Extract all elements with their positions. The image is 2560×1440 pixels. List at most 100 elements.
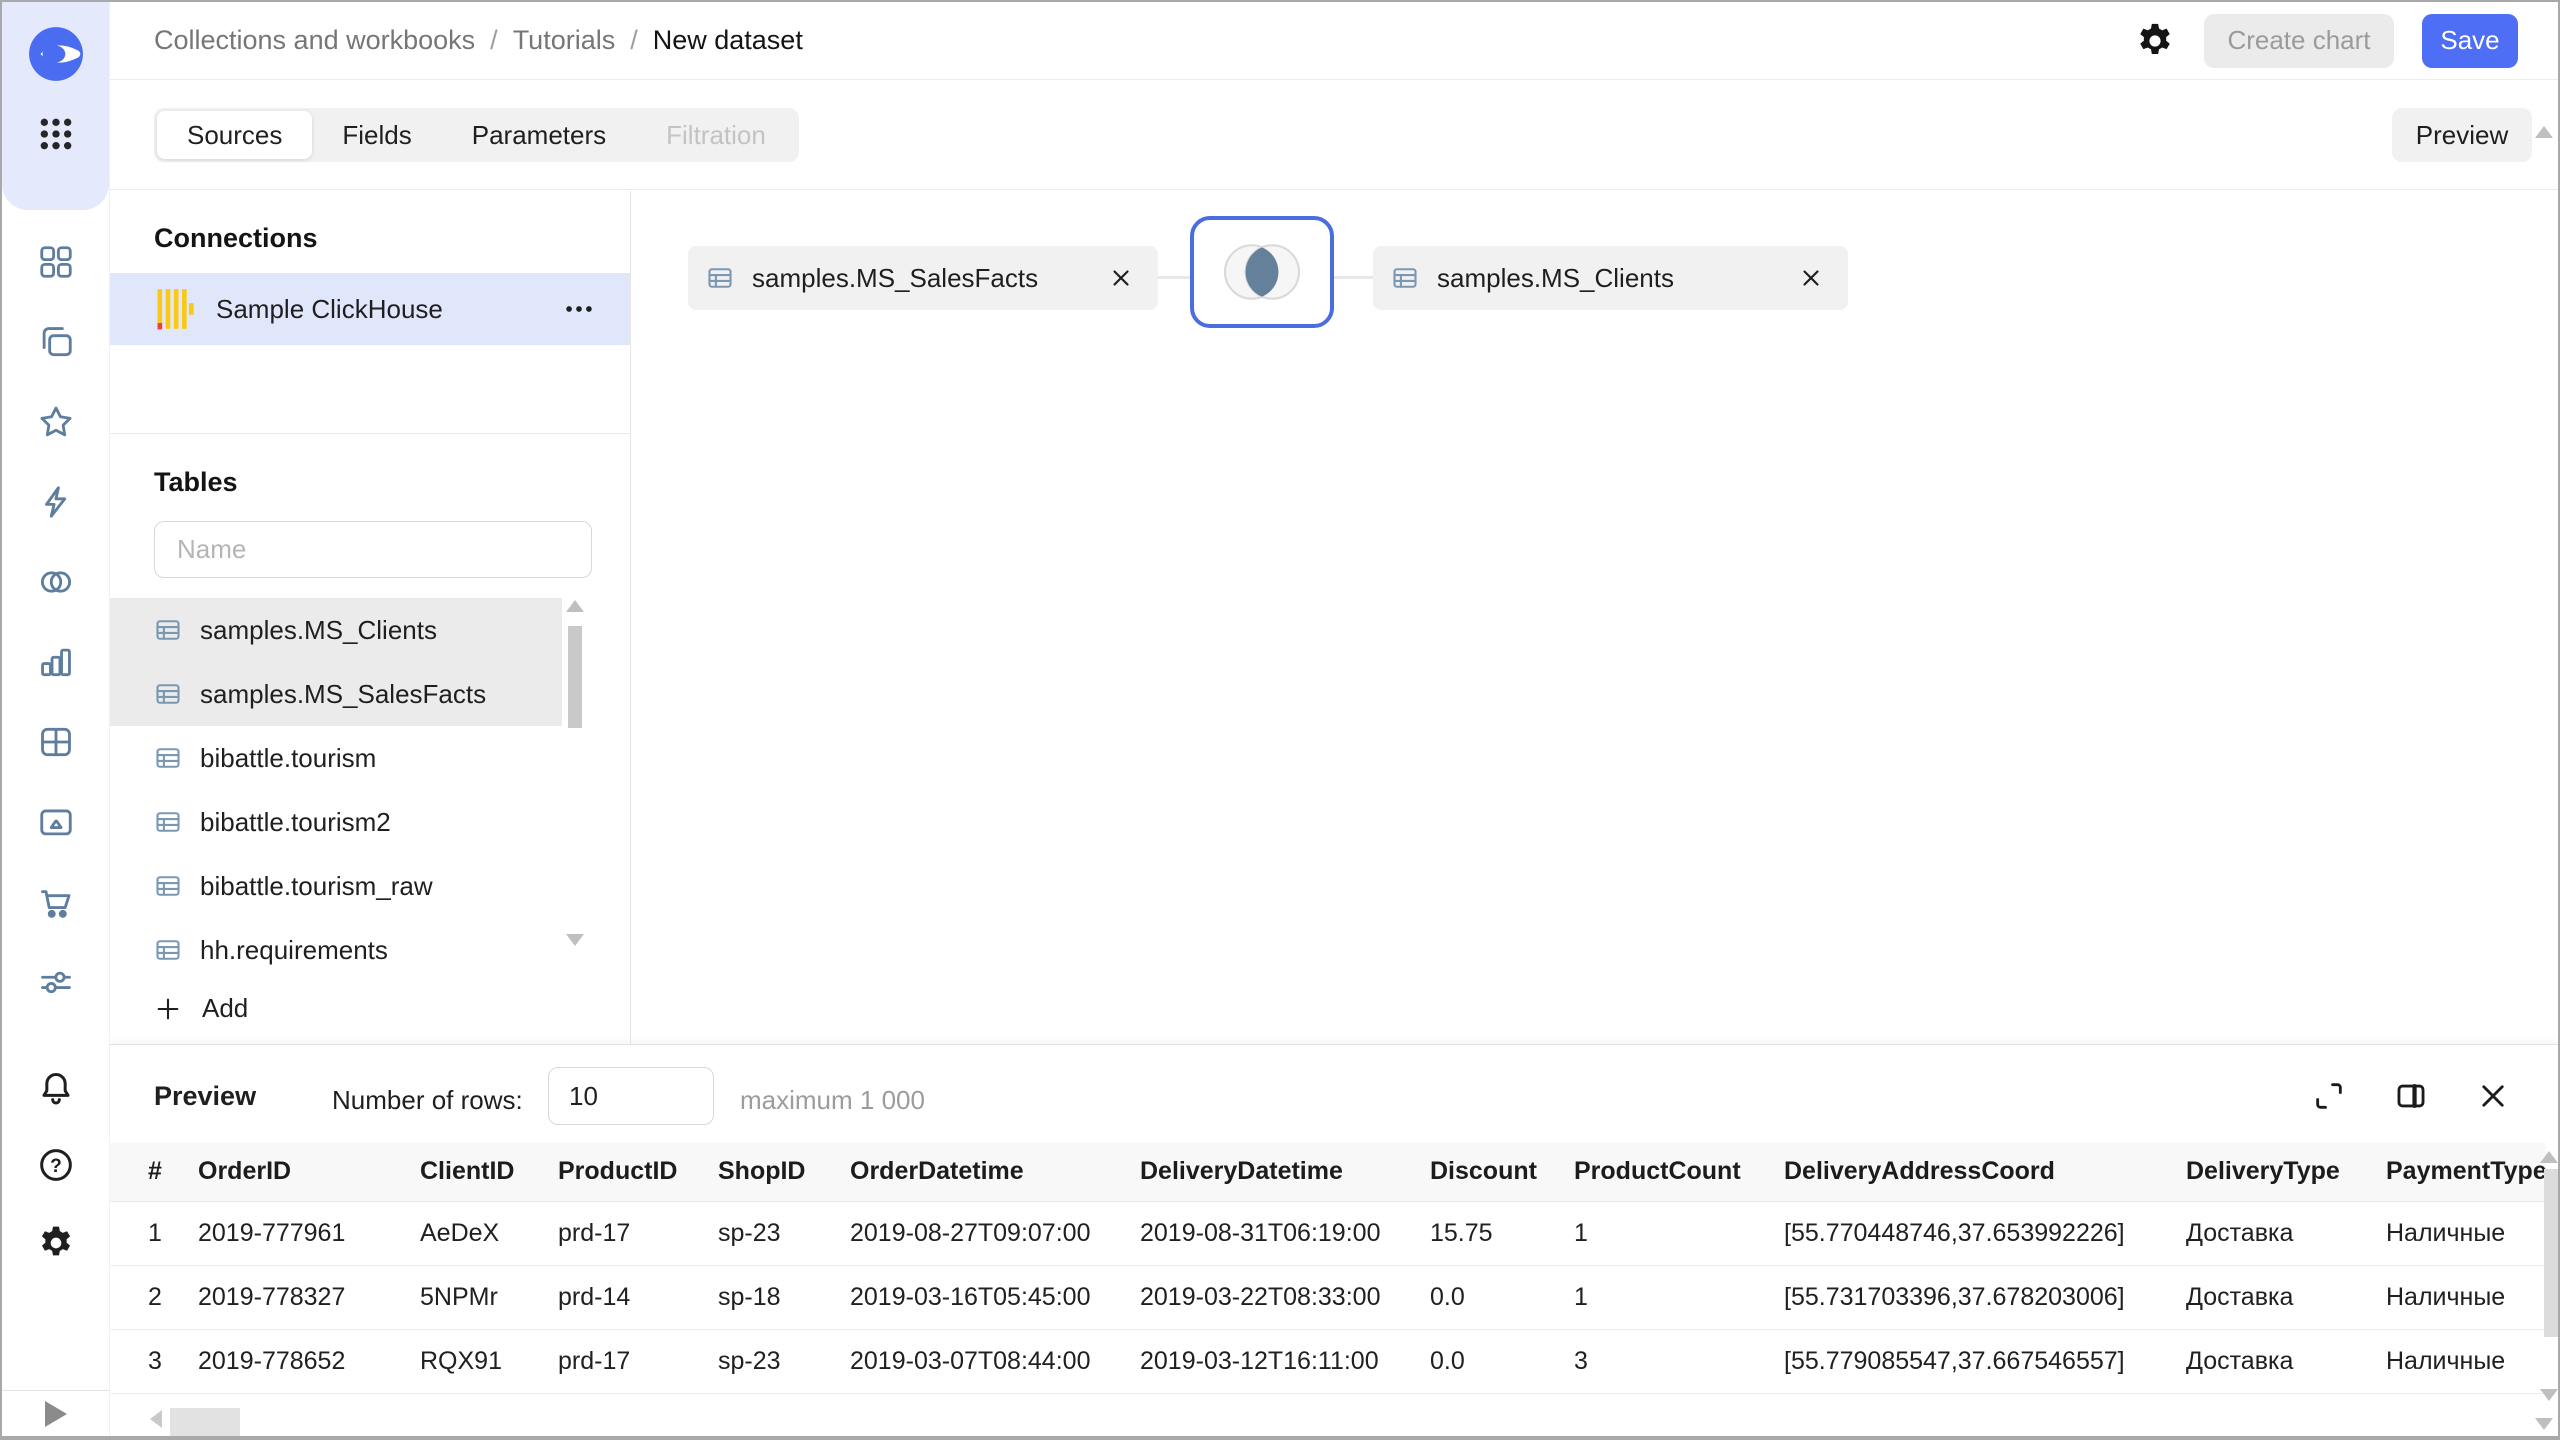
- dashboards-table-icon[interactable]: [2, 702, 109, 782]
- datasets-venn-icon[interactable]: [2, 542, 109, 622]
- source-chip-salesfacts[interactable]: samples.MS_SalesFacts: [688, 246, 1158, 310]
- datalens-logo[interactable]: [26, 24, 86, 84]
- preview-column-header: Discount: [1416, 1143, 1560, 1201]
- breadcrumb-separator: /: [630, 25, 638, 56]
- settings-gear-icon[interactable]: [2, 1204, 109, 1282]
- preview-table-cell: 0.0: [1416, 1329, 1560, 1393]
- preview-table-cell: 3: [1560, 1329, 1770, 1393]
- hscroll-left-arrow-icon[interactable]: [150, 1410, 162, 1428]
- page-title: New dataset: [653, 25, 803, 56]
- charts-bar-icon[interactable]: [2, 622, 109, 702]
- scroll-up-arrow-icon[interactable]: [566, 600, 584, 612]
- preview-table-cell: 2019-777961: [184, 1201, 406, 1265]
- table-list-item[interactable]: bibattle.tourism: [110, 726, 562, 790]
- table-list-item[interactable]: bibattle.tourism_raw: [110, 854, 562, 918]
- vscrollbar-thumb[interactable]: [2544, 1169, 2559, 1337]
- collections-icon[interactable]: [2, 302, 109, 382]
- source-chip-clients[interactable]: samples.MS_Clients: [1373, 246, 1848, 310]
- preview-table-cell: 2019-03-07T08:44:00: [836, 1329, 1126, 1393]
- tab[interactable]: Filtration: [636, 111, 796, 159]
- datalens-dataset-editor: ? Collections and workbooks / Tutorials …: [0, 0, 2560, 1440]
- page-scroll-down-arrow-icon[interactable]: [2535, 1418, 2553, 1430]
- preview-table-cell: sp-18: [704, 1265, 836, 1329]
- preview-header-row: # OrderID ClientID ProductID ShopID Orde…: [110, 1143, 2546, 1201]
- table-icon: [154, 808, 182, 836]
- favorites-star-icon[interactable]: [2, 382, 109, 462]
- table-name: samples.MS_SalesFacts: [200, 679, 486, 710]
- preview-table: # OrderID ClientID ProductID ShopID Orde…: [110, 1143, 2546, 1394]
- preview-table-cell: Доставка: [2172, 1329, 2372, 1393]
- table-icon: [154, 680, 182, 708]
- table-icon: [1391, 264, 1419, 292]
- topbar: Collections and workbooks / Tutorials / …: [110, 2, 2560, 80]
- table-list-scrollbar[interactable]: [566, 598, 584, 982]
- table-icon: [706, 264, 734, 292]
- notifications-bell-icon[interactable]: [2, 1048, 109, 1126]
- tab-group: Sources Fields Parameters Filtration: [154, 108, 799, 162]
- preview-table-cell: Наличные: [2372, 1329, 2546, 1393]
- table-search-input[interactable]: [154, 521, 592, 578]
- help-icon[interactable]: ?: [2, 1126, 109, 1204]
- maximize-icon[interactable]: [2310, 1077, 2348, 1115]
- table-list-item[interactable]: samples.MS_SalesFacts: [110, 662, 562, 726]
- workbooks-grid-icon[interactable]: [2, 222, 109, 302]
- breadcrumb-tutorials[interactable]: Tutorials: [513, 25, 616, 56]
- scrollbar-thumb[interactable]: [568, 626, 582, 728]
- tab[interactable]: Sources: [157, 111, 312, 159]
- preview-table-cell: 1: [1560, 1201, 1770, 1265]
- gallery-folder-icon[interactable]: [2, 782, 109, 862]
- vscroll-down-arrow-icon[interactable]: [2540, 1389, 2558, 1401]
- sidebar-expand-button[interactable]: [2, 1390, 109, 1436]
- preview-controls: [2310, 1077, 2512, 1115]
- tab[interactable]: Parameters: [442, 111, 636, 159]
- hscrollbar-thumb[interactable]: [170, 1408, 240, 1436]
- preview-table-cell: sp-23: [704, 1201, 836, 1265]
- connection-menu-ellipsis-icon[interactable]: [562, 292, 596, 326]
- save-button[interactable]: Save: [2422, 14, 2518, 68]
- preview-table-cell: 2019-778327: [184, 1265, 406, 1329]
- preview-column-header: OrderDatetime: [836, 1143, 1126, 1201]
- split-view-icon[interactable]: [2392, 1077, 2430, 1115]
- table-icon: [154, 872, 182, 900]
- inner-join-venn-icon: [1212, 235, 1312, 309]
- create-chart-button[interactable]: Create chart: [2204, 14, 2394, 68]
- add-table-button[interactable]: Add: [154, 993, 248, 1024]
- scroll-down-arrow-icon[interactable]: [566, 934, 584, 946]
- join-type-node[interactable]: [1190, 216, 1334, 328]
- preview-column-header: ClientID: [406, 1143, 544, 1201]
- apps-grid-icon[interactable]: [26, 104, 86, 164]
- preview-table-cell: Наличные: [2372, 1265, 2546, 1329]
- preview-panel: Preview Number of rows: maximum 1 000: [110, 1044, 2560, 1440]
- preview-table-cell: prd-14: [544, 1265, 704, 1329]
- table-name: samples.MS_Clients: [200, 615, 437, 646]
- page-scroll-up-arrow-icon[interactable]: [2535, 126, 2553, 138]
- preview-table-cell: 2019-08-27T09:07:00: [836, 1201, 1126, 1265]
- connection-item-sample-clickhouse[interactable]: Sample ClickHouse: [110, 273, 630, 345]
- marketplace-cart-icon[interactable]: [2, 862, 109, 942]
- close-preview-icon[interactable]: [2474, 1077, 2512, 1115]
- breadcrumb-collections[interactable]: Collections and workbooks: [154, 25, 475, 56]
- connection-name: Sample ClickHouse: [216, 294, 540, 325]
- preview-table-cell: [55.770448746,37.653992226]: [1770, 1201, 2172, 1265]
- vscroll-up-arrow-icon[interactable]: [2540, 1151, 2558, 1163]
- remove-source-close-icon[interactable]: [1108, 265, 1134, 291]
- preview-column-header: DeliveryAddressCoord: [1770, 1143, 2172, 1201]
- connections-bolt-icon[interactable]: [2, 462, 109, 542]
- table-list-item[interactable]: samples.MS_Clients: [110, 598, 562, 662]
- preview-column-header: DeliveryDatetime: [1126, 1143, 1416, 1201]
- table-list-item[interactable]: hh.requirements: [110, 918, 562, 982]
- expand-play-icon: [45, 1401, 67, 1427]
- tables-title: Tables: [154, 467, 238, 498]
- sidebar-nav: [2, 222, 109, 1022]
- services-sliders-icon[interactable]: [2, 942, 109, 1022]
- source-name: samples.MS_Clients: [1437, 263, 1780, 294]
- tab[interactable]: Fields: [312, 111, 441, 159]
- breadcrumb-separator: /: [490, 25, 498, 56]
- preview-table-cell: 3: [110, 1329, 184, 1393]
- panel-divider: [110, 433, 630, 434]
- dataset-settings-gear-icon[interactable]: [2134, 20, 2176, 62]
- rows-count-input[interactable]: [548, 1067, 714, 1125]
- remove-source-close-icon[interactable]: [1798, 265, 1824, 291]
- preview-toggle-button[interactable]: Preview: [2392, 108, 2532, 162]
- table-list-item[interactable]: bibattle.tourism2: [110, 790, 562, 854]
